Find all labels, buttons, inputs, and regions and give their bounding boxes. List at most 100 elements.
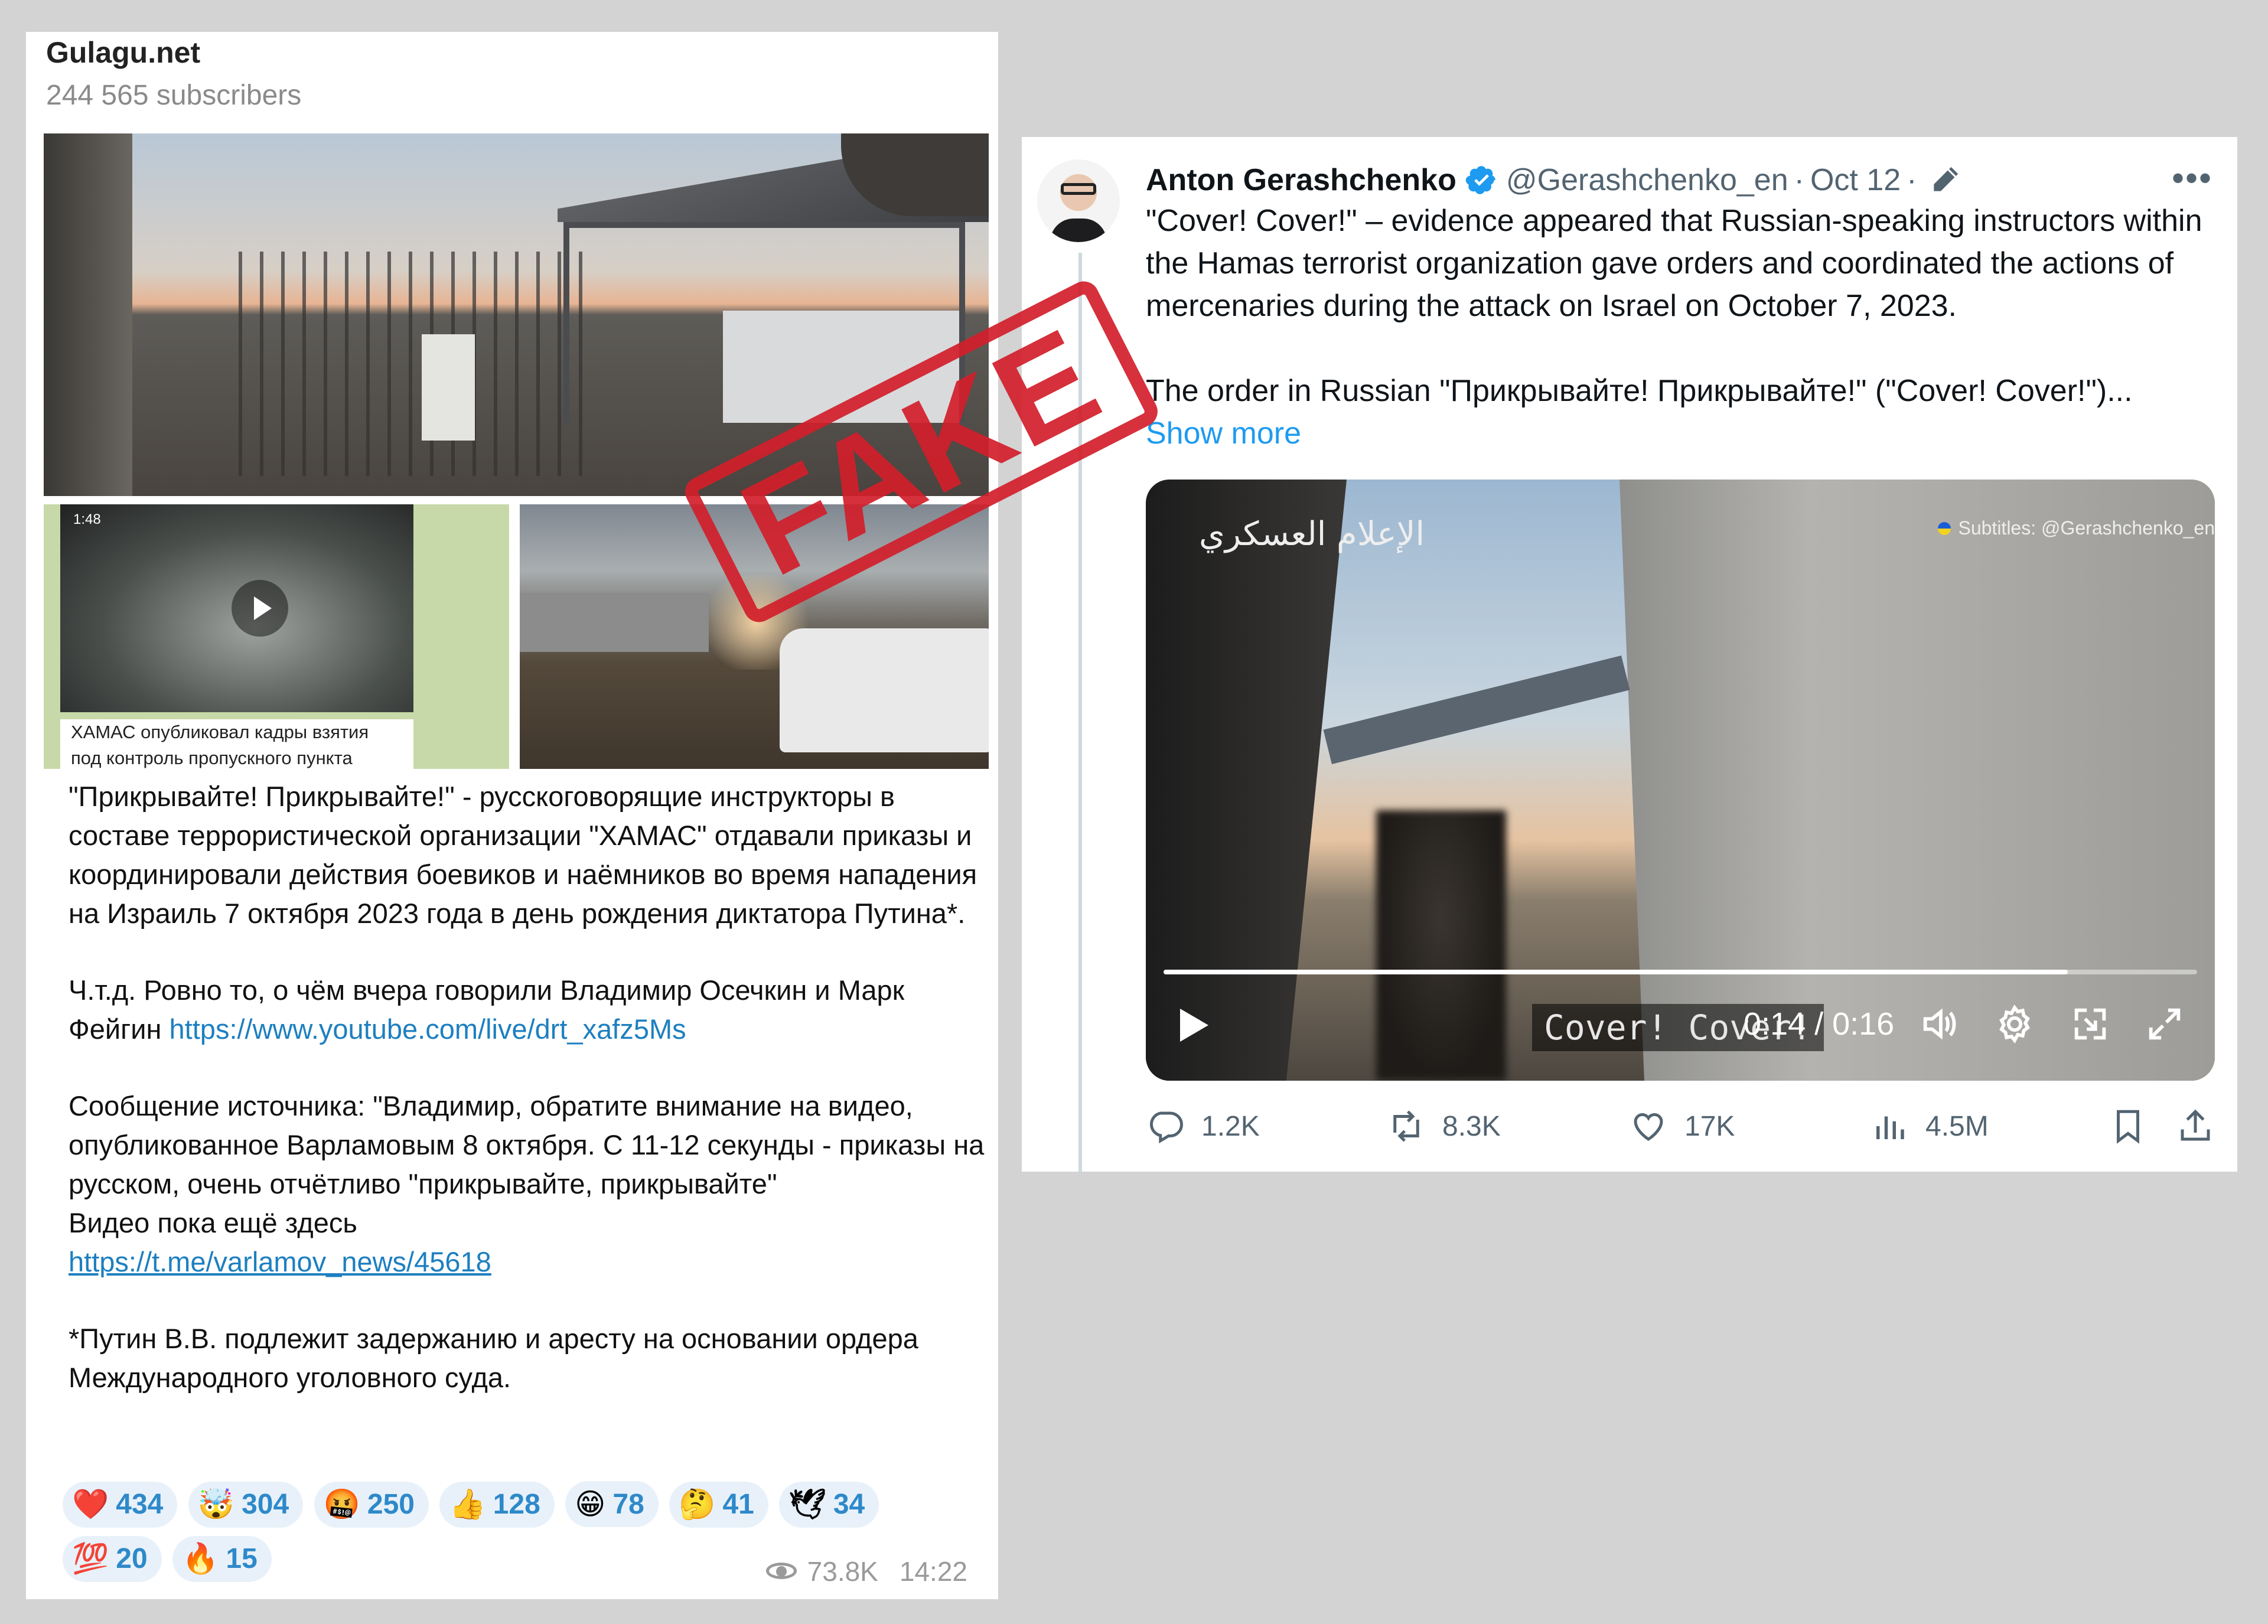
reaction-count: 250 (367, 1489, 415, 1520)
eye-icon (765, 1561, 799, 1581)
reaction-hundred[interactable]: 💯 20 (63, 1535, 162, 1582)
video-preview[interactable]: 1:48 (60, 504, 413, 712)
separator-dot: · (1794, 163, 1804, 197)
reaction-heart[interactable]: ❤️ 434 (63, 1481, 178, 1528)
reaction-count: 34 (833, 1489, 865, 1520)
share-button[interactable] (2176, 1100, 2231, 1153)
image-truck (780, 628, 989, 752)
video-blurred-person (1376, 810, 1506, 1081)
fire-icon: 🔥 (182, 1542, 219, 1575)
grin-icon: 😁 (575, 1488, 606, 1521)
telegram-post: Gulagu.net 244 565 subscribers 1:48 ХАМА… (26, 32, 998, 1599)
repost-button[interactable]: 8.3K (1387, 1100, 1501, 1153)
edited-pencil-icon[interactable] (1928, 164, 1961, 197)
like-count: 17K (1684, 1110, 1735, 1142)
channel-name[interactable]: Gulagu.net (46, 35, 200, 70)
thinking-face-icon: 🤔 (679, 1488, 716, 1521)
angry-face-icon: 🤬 (323, 1488, 360, 1521)
heart-icon (1634, 1113, 1663, 1141)
avatar[interactable] (1037, 159, 1120, 242)
image-wall (44, 133, 132, 496)
dove-icon: 🕊 (788, 1488, 826, 1521)
bookmark-icon (2117, 1110, 2139, 1144)
reaction-count: 78 (612, 1488, 644, 1520)
post-paragraph-4: *Путин В.В. подлежит задержанию и аресту… (69, 1323, 926, 1393)
reaction-thinking[interactable]: 🤔 41 (669, 1481, 768, 1528)
tweet-paragraph-1: "Cover! Cover!" – evidence appeared that… (1146, 204, 2202, 323)
tweet-header: Anton Gerashchenko @Gerashchenko_en · Oc… (1146, 159, 1961, 201)
repost-count: 8.3K (1442, 1110, 1501, 1142)
like-button[interactable]: 17K (1629, 1100, 1735, 1153)
play-icon[interactable] (1178, 999, 1211, 1049)
views-button[interactable]: 4.5M (1870, 1100, 1989, 1153)
channel-logo: الإعلام العسكري (1199, 515, 1425, 553)
post-paragraph-1: "Прикрывайте! Прикрывайте!" - русскогово… (69, 781, 985, 929)
reaction-count: 304 (242, 1489, 289, 1520)
bookmark-button[interactable] (2109, 1100, 2164, 1153)
reaction-grin[interactable]: 😁 78 (565, 1481, 659, 1527)
volume-icon[interactable] (1918, 999, 1960, 1049)
tweet-date[interactable]: Oct 12 (1810, 159, 1901, 201)
thumbs-up-icon: 👍 (449, 1488, 486, 1521)
post-paragraph-2: Ч.т.д. Ровно то, о чём вчера говорили Вл… (69, 971, 1002, 1049)
reaction-count: 20 (116, 1543, 148, 1574)
settings-gear-icon[interactable] (1994, 999, 2035, 1049)
reply-button[interactable]: 1.2K (1146, 1100, 1260, 1153)
embedded-video-thumbnail[interactable]: 1:48 ХАМАС опубликовал кадры взятия под … (44, 504, 509, 769)
reaction-dove[interactable]: 🕊 34 (779, 1481, 879, 1528)
separator-dot: · (1907, 163, 1917, 197)
video-wall-right (1619, 480, 2215, 1081)
video-caption: ХАМАС опубликовал кадры взятия под контр… (60, 719, 413, 769)
verified-badge-icon (1465, 166, 1495, 194)
bar-chart-icon (1876, 1116, 1904, 1139)
fullscreen-icon[interactable] (2144, 999, 2185, 1049)
fullscreen-icon-graphic (2149, 1008, 2181, 1040)
ukraine-flag-icon (1938, 521, 1951, 535)
reaction-angry[interactable]: 🤬 250 (314, 1481, 429, 1528)
reaction-fire[interactable]: 🔥 15 (172, 1535, 272, 1582)
video-caption-line2: под контроль пропускного пункта (71, 748, 353, 768)
reaction-count: 41 (722, 1489, 754, 1520)
pip-icon-graphic (2074, 1008, 2106, 1040)
reaction-count: 128 (493, 1489, 540, 1520)
telegram-link[interactable]: https://t.me/varlamov_news/45618 (69, 1246, 491, 1277)
author-handle[interactable]: @Gerashchenko_en (1506, 159, 1788, 201)
mind-blown-icon: 🤯 (197, 1488, 235, 1521)
tweet-text: "Cover! Cover!" – evidence appeared that… (1146, 200, 2209, 455)
gear-icon-graphic (1999, 1005, 2030, 1043)
author-name[interactable]: Anton Gerashchenko (1146, 159, 1456, 201)
post-meta: 73.8K 14:22 (765, 1555, 967, 1587)
tweet-paragraph-2: The order in Russian "Прикрывайте! Прикр… (1146, 374, 2133, 408)
video-time: 0:14 / 0:16 (1744, 1006, 1895, 1042)
picture-in-picture-icon[interactable] (2070, 999, 2111, 1049)
subtitle-credit-text: Subtitles: @Gerashchenko_en (1958, 517, 2215, 539)
reply-icon (1150, 1111, 1183, 1144)
reply-count: 1.2K (1201, 1110, 1260, 1142)
post-paragraph-3: Сообщение источника: "Владимир, обратите… (69, 1087, 1002, 1281)
show-more-link[interactable]: Show more (1146, 412, 2209, 455)
tweet-paragraph-spacer (1146, 327, 2209, 370)
reaction-mind-blown[interactable]: 🤯 304 (188, 1481, 304, 1528)
view-count: 73.8K (807, 1556, 878, 1587)
reaction-thumbs-up[interactable]: 👍 128 (439, 1481, 555, 1528)
volume-icon-graphic (1923, 1008, 1956, 1040)
subscriber-count: 244 565 subscribers (46, 80, 302, 111)
hundred-icon: 💯 (72, 1542, 109, 1575)
reaction-count: 15 (226, 1543, 258, 1574)
subtitle-credit: Subtitles: @Gerashchenko_en (1938, 517, 2215, 539)
video-wall-left (1146, 480, 1347, 1081)
image-block (422, 334, 475, 441)
more-options-icon[interactable]: ••• (2172, 161, 2212, 196)
post-time: 14:22 (899, 1556, 967, 1587)
image-fence (239, 252, 593, 476)
video-player[interactable]: الإعلام العسكري Subtitles: @Gerashchenko… (1146, 480, 2215, 1081)
youtube-link[interactable]: https://www.youtube.com/live/drt_xafz5Ms (170, 1013, 686, 1045)
play-icon[interactable] (232, 580, 288, 637)
video-progress-fill (1164, 970, 2068, 974)
heart-icon: ❤️ (72, 1488, 109, 1521)
share-icon (2181, 1109, 2210, 1141)
reaction-count: 434 (116, 1489, 164, 1520)
video-progress-bar[interactable] (1164, 970, 2197, 974)
repost-icon (1393, 1110, 1419, 1142)
image-wall (520, 593, 709, 652)
